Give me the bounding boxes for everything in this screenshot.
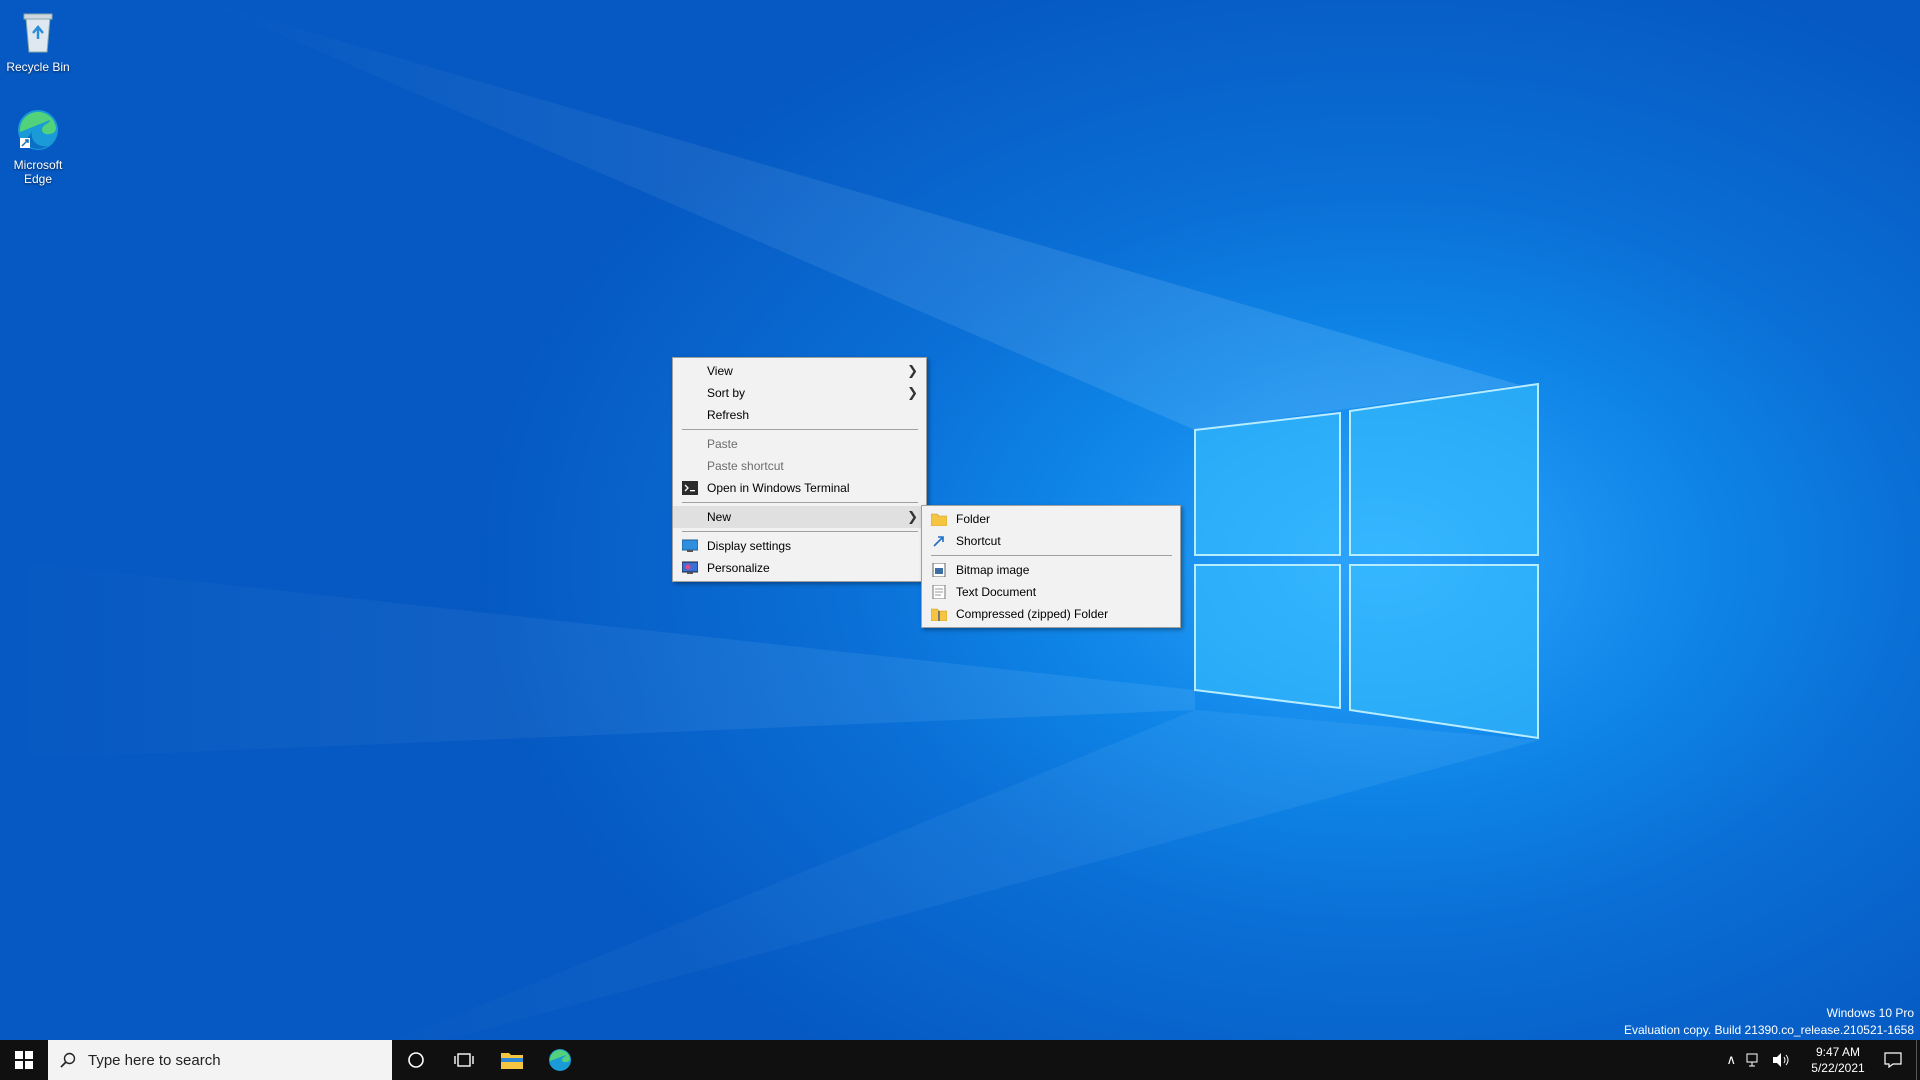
chevron-right-icon: ❯ [907,509,918,524]
search-placeholder: Type here to search [88,1051,221,1069]
edge-icon [18,110,58,150]
new-item-folder[interactable]: Folder [922,508,1180,530]
new-item-shortcut[interactable]: Shortcut [922,530,1180,552]
personalize-icon [682,561,698,574]
notifications-icon[interactable] [1884,1052,1902,1068]
watermark-build: Evaluation copy. Build 21390.co_release.… [1624,1023,1914,1037]
menu-item-refresh[interactable]: Refresh [673,404,926,426]
shortcut-icon [933,536,944,547]
desktop-context-menu: View ❯ Sort by ❯ Refresh Paste Paste sho… [672,357,927,582]
cortana-icon [408,1052,424,1068]
folder-icon [931,513,947,526]
menu-item-open-terminal[interactable]: Open in Windows Terminal [673,477,926,499]
task-view-button[interactable] [440,1040,488,1080]
show-desktop-button[interactable] [1916,1040,1920,1080]
taskbar-search-box[interactable]: Type here to search [48,1040,392,1080]
menu-item-label: New [707,510,732,524]
menu-item-label: Text Document [956,585,1037,599]
start-button[interactable] [0,1040,48,1080]
menu-item-label: Display settings [707,539,792,553]
menu-item-paste-shortcut: Paste shortcut [673,455,926,477]
menu-item-new[interactable]: New ❯ [673,506,926,528]
menu-item-personalize[interactable]: Personalize [673,557,926,579]
menu-item-label: Compressed (zipped) Folder [956,607,1109,621]
menu-separator [682,429,918,430]
menu-separator [682,502,918,503]
display-icon [682,539,698,552]
chevron-right-icon: ❯ [907,363,918,378]
menu-item-label: Open in Windows Terminal [707,481,850,495]
file-explorer-button[interactable] [488,1040,536,1080]
menu-separator [931,555,1172,556]
chevron-right-icon: ❯ [907,385,918,400]
windows-logo [1194,382,1539,740]
edge-taskbar-button[interactable] [536,1040,584,1080]
show-hidden-icons-chevron-icon[interactable]: ∧ [1726,1052,1736,1068]
menu-item-label: View [707,364,733,378]
windows-start-icon [15,1051,33,1069]
file-explorer-icon [501,1053,523,1069]
desktop-icon-label: Recycle Bin [6,60,70,74]
recycle-bin-icon [23,13,53,53]
new-item-zip-folder[interactable]: Compressed (zipped) Folder [922,603,1180,625]
text-document-icon [932,585,946,599]
menu-item-paste: Paste [673,433,926,455]
network-icon[interactable] [1746,1052,1762,1068]
menu-item-label: Refresh [707,408,750,422]
menu-item-view[interactable]: View ❯ [673,360,926,382]
volume-icon[interactable] [1772,1052,1790,1068]
desktop-icon-label: Microsoft Edge [13,158,63,186]
taskbar: Type here to search ∧ 9:47 AM 5/22/2021 [0,1040,1920,1080]
menu-separator [682,531,918,532]
system-tray: ∧ 9:47 AM 5/22/2021 [1726,1040,1920,1080]
zip-folder-icon [931,608,947,621]
task-view-icon [454,1053,474,1067]
desktop-icon-edge[interactable]: Microsoft Edge [0,106,76,186]
watermark-edition: Windows 10 Pro [1826,1006,1914,1020]
bitmap-icon [932,563,946,577]
new-submenu: Folder Shortcut Bitmap image Text Docume… [921,505,1181,628]
desktop-icon-recycle-bin[interactable]: Recycle Bin [0,8,76,74]
menu-item-label: Paste shortcut [707,459,784,473]
clock-time: 9:47 AM [1815,1045,1861,1059]
menu-item-label: Personalize [707,561,770,575]
terminal-icon [682,481,698,495]
menu-item-sort-by[interactable]: Sort by ❯ [673,382,926,404]
menu-item-label: Paste [707,437,738,451]
edge-icon [549,1049,571,1071]
clock-date: 5/22/2021 [1811,1061,1865,1075]
menu-item-label: Folder [956,512,991,526]
cortana-button[interactable] [392,1040,440,1080]
new-item-bitmap-image[interactable]: Bitmap image [922,559,1180,581]
menu-item-label: Sort by [707,386,746,400]
new-item-text-document[interactable]: Text Document [922,581,1180,603]
menu-item-display-settings[interactable]: Display settings [673,535,926,557]
evaluation-watermark: Windows 10 Pro Evaluation copy. Build 21… [1624,1005,1914,1039]
menu-item-label: Bitmap image [956,563,1030,577]
taskbar-clock[interactable]: 9:47 AM 5/22/2021 [1800,1044,1876,1076]
search-icon [60,1052,76,1068]
menu-item-label: Shortcut [956,534,1001,548]
